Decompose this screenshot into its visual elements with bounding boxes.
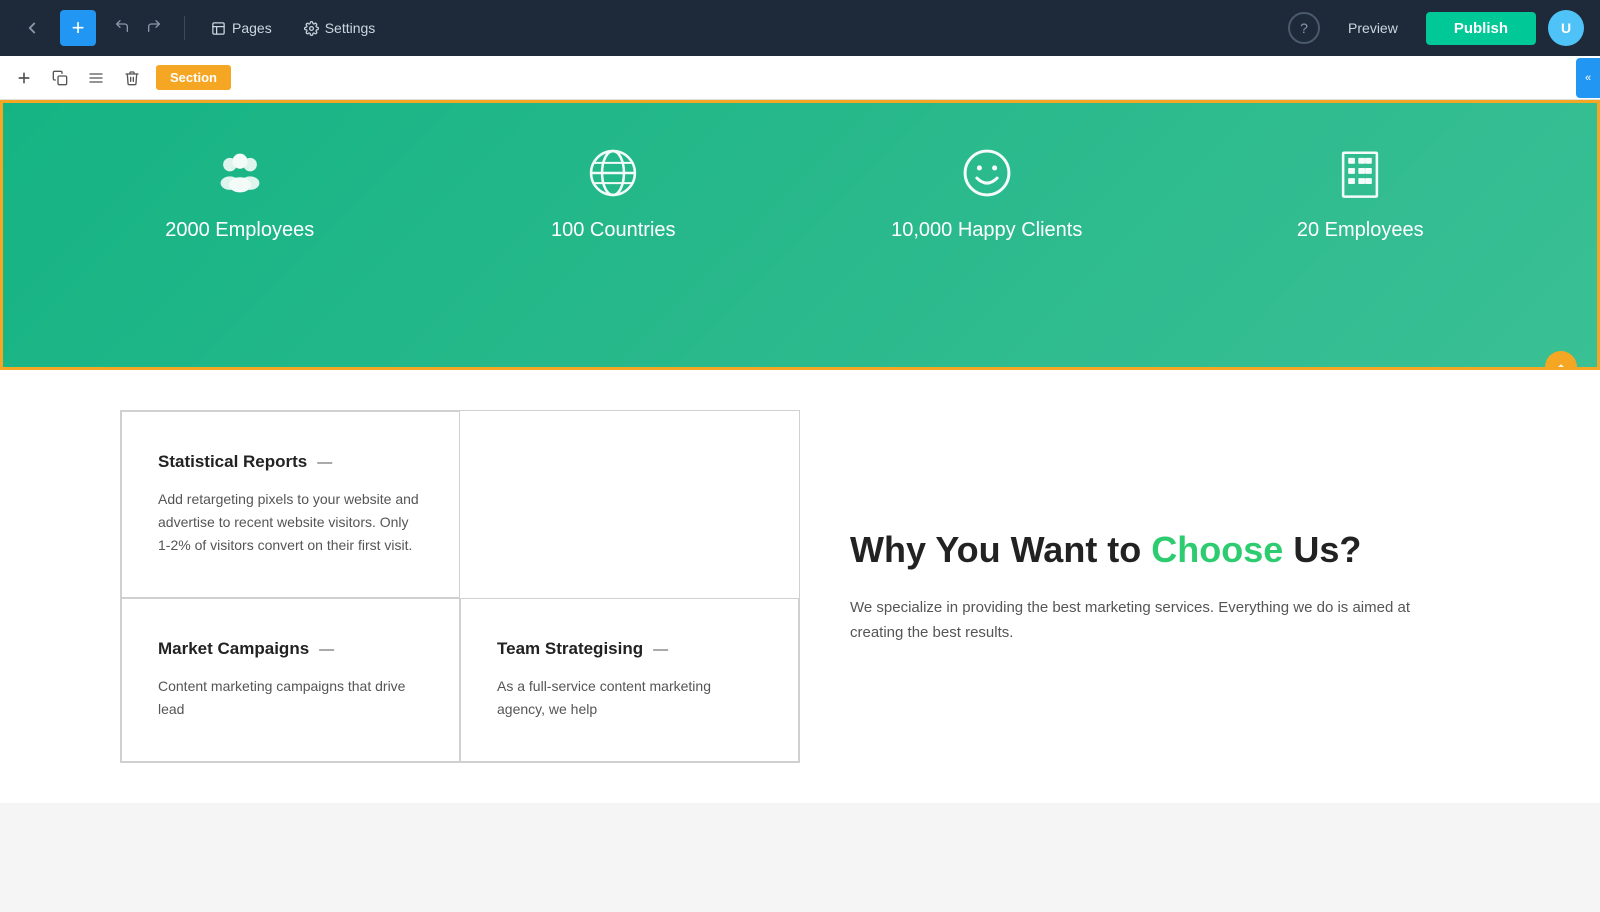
stat-item-countries: 100 Countries: [551, 143, 676, 242]
globe-icon: [583, 143, 643, 203]
stats-grid: 2000 Employees 100 Countries: [3, 103, 1597, 282]
card-title-team: Team Strategising —: [497, 639, 762, 659]
card-empty-top-right: [460, 411, 799, 598]
delete-section-button[interactable]: [116, 62, 148, 94]
building-icon: [1330, 143, 1390, 203]
undo-button[interactable]: [108, 14, 136, 43]
add-element-button[interactable]: +: [60, 10, 96, 46]
card-title-statistical: Statistical Reports —: [158, 452, 423, 472]
pages-label: Pages: [232, 20, 272, 36]
section-toolbar: Section «: [0, 56, 1600, 100]
stats-section: 2000 Employees 100 Countries: [0, 100, 1600, 370]
stat-item-employees: 2000 Employees: [165, 143, 314, 242]
card-text-market: Content marketing campaigns that drive l…: [158, 675, 423, 721]
cards-grid: Statistical Reports — Add retargeting pi…: [120, 410, 800, 763]
why-choose-us-section: Why You Want to Choose Us? We specialize…: [800, 410, 1480, 763]
why-title-highlight: Choose: [1151, 529, 1283, 570]
avatar[interactable]: U: [1548, 10, 1584, 46]
back-button[interactable]: [16, 12, 48, 44]
why-description: We specialize in providing the best mark…: [850, 595, 1430, 646]
duplicate-section-button[interactable]: [44, 62, 76, 94]
settings-button[interactable]: Settings: [294, 14, 386, 42]
history-controls: [108, 14, 168, 43]
stat-item-building: 20 Employees: [1297, 143, 1424, 242]
card-team-strategising: Team Strategising — As a full-service co…: [460, 598, 799, 762]
section-settings-button[interactable]: [80, 62, 112, 94]
stat-item-clients: 10,000 Happy Clients: [891, 143, 1082, 242]
top-navigation: + Pages Settings ? Preview Publish: [0, 0, 1600, 56]
pages-button[interactable]: Pages: [201, 14, 282, 42]
stat-label-clients: 10,000 Happy Clients: [891, 219, 1082, 242]
main-content: Statistical Reports — Add retargeting pi…: [0, 370, 1600, 803]
publish-button[interactable]: Publish: [1426, 12, 1536, 45]
card-text-statistical: Add retargeting pixels to your website a…: [158, 488, 423, 557]
section-badge: Section: [156, 65, 231, 90]
stat-label-building: 20 Employees: [1297, 219, 1424, 242]
smiley-icon: [957, 143, 1017, 203]
why-title-part1: Why You Want to: [850, 529, 1151, 570]
stat-label-employees: 2000 Employees: [165, 219, 314, 242]
help-button[interactable]: ?: [1288, 12, 1320, 44]
collapse-panel-button[interactable]: «: [1576, 58, 1600, 98]
card-text-team: As a full-service content marketing agen…: [497, 675, 762, 721]
card-statistical-reports: Statistical Reports — Add retargeting pi…: [121, 411, 460, 598]
card-market-campaigns: Market Campaigns — Content marketing cam…: [121, 598, 460, 762]
settings-label: Settings: [325, 20, 376, 36]
why-title-part2: Us?: [1283, 529, 1361, 570]
stat-label-countries: 100 Countries: [551, 219, 676, 242]
card-title-market: Market Campaigns —: [158, 639, 423, 659]
employees-group-icon: [210, 143, 270, 203]
preview-button[interactable]: Preview: [1332, 12, 1414, 44]
nav-divider-1: [184, 16, 185, 40]
redo-button[interactable]: [140, 14, 168, 43]
add-section-button[interactable]: [8, 62, 40, 94]
why-title: Why You Want to Choose Us?: [850, 528, 1430, 571]
